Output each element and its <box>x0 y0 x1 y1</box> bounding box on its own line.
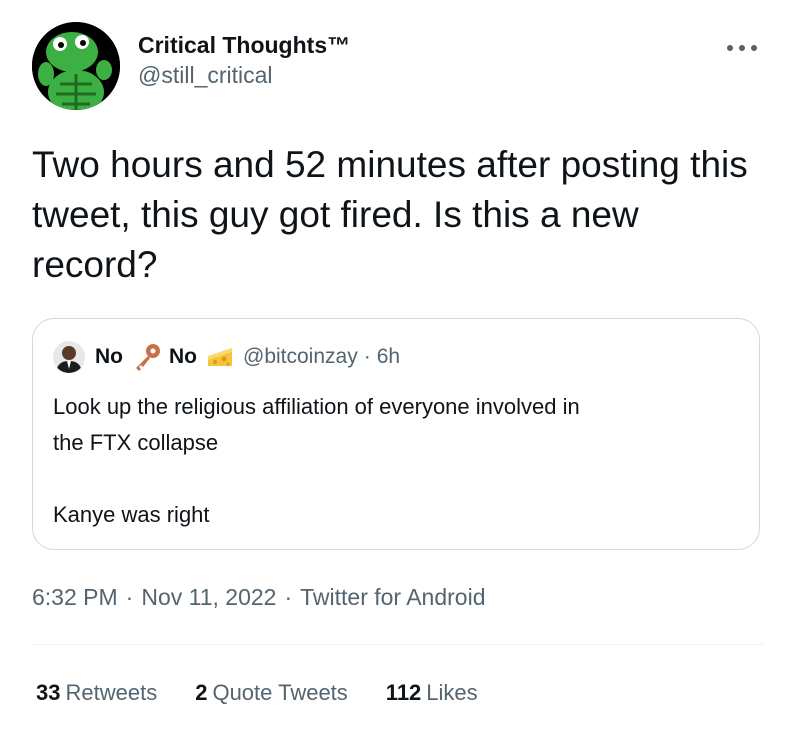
quoted-tweet-body: Look up the religious affiliation of eve… <box>53 389 743 533</box>
quoted-author-name-part1: No <box>95 345 123 368</box>
quoted-tweet-line-3: Kanye was right <box>53 502 210 527</box>
likes-count: 112 <box>385 680 422 705</box>
tweet-date[interactable]: Nov 11, 2022 <box>141 584 276 610</box>
quoted-tweet-card[interactable]: No No @bitcoinzay · 6h Look up the relig… <box>32 318 760 550</box>
quoted-tweet-time: 6h <box>376 345 401 368</box>
quoted-author-name-part2: No <box>169 345 197 368</box>
tweet-metadata: 6:32 PM · Nov 11, 2022 · Twitter for Android <box>32 584 485 611</box>
tweet-text: Two hours and 52 minutes after posting t… <box>32 144 748 285</box>
quoted-tweet-header: No No @bitcoinzay · 6h <box>53 339 400 375</box>
author-avatar[interactable] <box>32 22 120 110</box>
quote-tweets-stat[interactable]: 2 Quote Tweets <box>195 680 348 706</box>
meta-separator-1: · <box>125 584 134 610</box>
meta-separator-2: · <box>284 584 293 610</box>
cheese-icon <box>208 348 232 366</box>
retweets-stat[interactable]: 33 Retweets <box>36 680 157 706</box>
quoted-tweet-line-2: the FTX collapse <box>53 430 219 455</box>
tweet-source[interactable]: Twitter for Android <box>300 584 485 610</box>
retweets-label: Retweets <box>65 680 158 705</box>
quote-tweets-label: Quote Tweets <box>212 680 348 705</box>
tweet-time[interactable]: 6:32 PM <box>32 584 118 610</box>
quoted-separator-dot: · <box>363 345 371 368</box>
more-dots-icon <box>727 45 757 51</box>
author-display-name[interactable]: Critical Thoughts™ <box>138 30 350 60</box>
author-meta: Critical Thoughts™ @still_critical <box>138 30 350 90</box>
quote-tweets-count: 2 <box>195 680 208 705</box>
author-handle[interactable]: @still_critical <box>138 60 350 90</box>
person-avatar-icon <box>53 341 85 373</box>
tweet-stats: 33 Retweets 2 Quote Tweets 112 Likes <box>36 680 516 706</box>
quoted-author-handle: @bitcoinzay <box>243 345 358 368</box>
more-options-button[interactable] <box>724 38 760 58</box>
quoted-tweet-line-1: Look up the religious affiliation of eve… <box>53 394 580 419</box>
divider <box>32 644 764 645</box>
quoted-author-avatar <box>53 341 85 373</box>
likes-stat[interactable]: 112 Likes <box>386 680 478 706</box>
quoted-tweet-gap <box>53 461 743 497</box>
key-icon <box>136 344 160 371</box>
green-turtle-avatar-icon <box>32 22 120 110</box>
retweets-count: 33 <box>36 680 61 705</box>
likes-label: Likes <box>426 680 478 705</box>
tweet-header: Critical Thoughts™ @still_critical <box>32 22 762 112</box>
